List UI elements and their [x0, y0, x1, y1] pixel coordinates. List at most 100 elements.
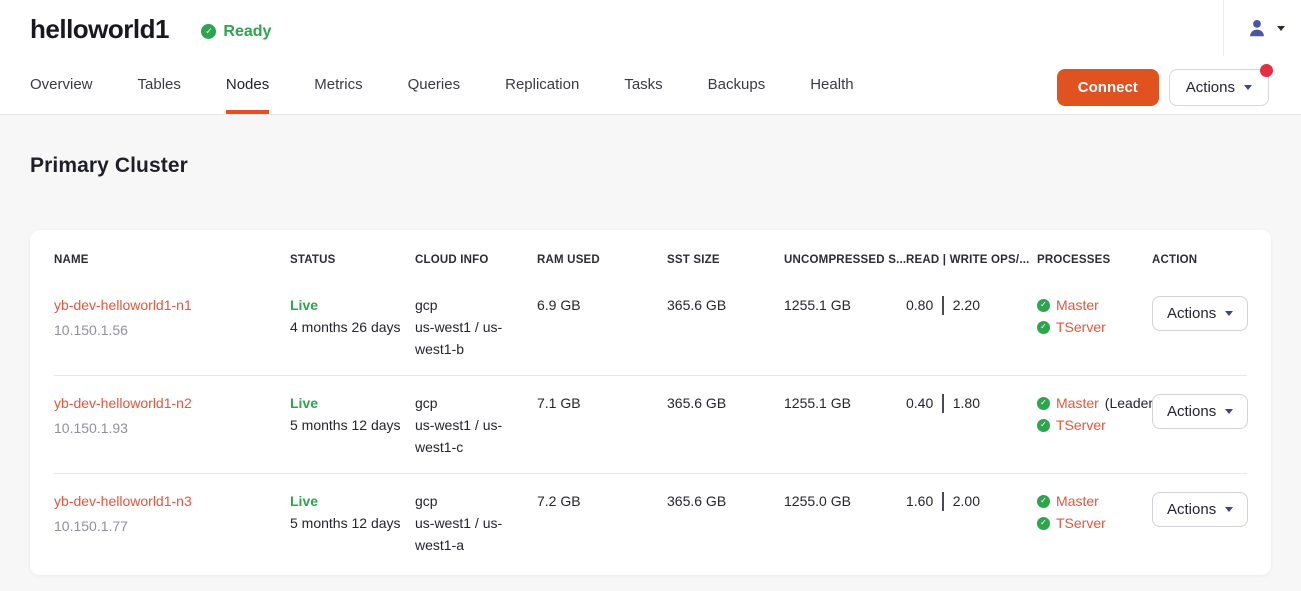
ram-used-value: 7.2 GB: [537, 490, 667, 512]
chevron-down-icon: [1277, 26, 1285, 31]
chevron-down-icon: [1225, 311, 1233, 316]
tserver-link[interactable]: TServer: [1056, 316, 1106, 338]
check-circle-icon: ✓: [1037, 321, 1050, 334]
node-uptime: 5 months 12 days: [290, 512, 405, 534]
process-tserver: ✓ TServer: [1037, 316, 1142, 338]
process-master: ✓ Master: [1037, 294, 1142, 316]
check-circle-icon: ✓: [1037, 299, 1050, 312]
cloud-provider: gcp: [415, 490, 527, 512]
write-ops: 2.20: [953, 294, 980, 316]
process-tserver: ✓ TServer: [1037, 512, 1142, 534]
col-uncompressed-size: UNCOMPRESSED S...: [784, 252, 906, 268]
tab-health[interactable]: Health: [810, 57, 853, 114]
read-ops: 0.40: [906, 392, 933, 414]
pipe-divider: [942, 296, 944, 315]
nodes-table-card: NAME STATUS CLOUD INFO RAM USED SST SIZE…: [30, 230, 1271, 575]
chevron-down-icon: [1225, 409, 1233, 414]
node-status: Live: [290, 490, 405, 512]
read-write-ops-value: 1.60 2.00: [906, 490, 1037, 512]
status-badge: ✓ Ready: [201, 23, 271, 41]
user-menu[interactable]: [1223, 0, 1285, 56]
node-uptime: 5 months 12 days: [290, 414, 405, 436]
read-ops: 1.60: [906, 490, 933, 512]
node-name-link[interactable]: yb-dev-helloworld1-n3: [54, 493, 192, 509]
process-master: ✓ Master (Leader): [1037, 392, 1142, 414]
col-name: NAME: [54, 252, 290, 268]
table-row: yb-dev-helloworld1-n3 10.150.1.77 Live 5…: [54, 473, 1247, 571]
connect-button[interactable]: Connect: [1057, 69, 1159, 106]
node-name-link[interactable]: yb-dev-helloworld1-n2: [54, 395, 192, 411]
node-name-link[interactable]: yb-dev-helloworld1-n1: [54, 297, 192, 313]
process-tserver: ✓ TServer: [1037, 414, 1142, 436]
tab-tables[interactable]: Tables: [138, 57, 181, 114]
cloud-region-zone: us-west1 / us-west1-a: [415, 512, 521, 556]
tab-queries[interactable]: Queries: [408, 57, 461, 114]
master-link[interactable]: Master: [1056, 294, 1099, 316]
row-actions-label: Actions: [1167, 501, 1216, 518]
check-circle-icon: ✓: [1037, 397, 1050, 410]
nav-tabs: Overview Tables Nodes Metrics Queries Re…: [30, 57, 854, 114]
pipe-divider: [942, 492, 944, 511]
check-circle-icon: ✓: [1037, 517, 1050, 530]
row-actions-button[interactable]: Actions: [1152, 394, 1248, 429]
chevron-down-icon: [1244, 85, 1252, 90]
node-ip: 10.150.1.93: [54, 417, 280, 439]
write-ops: 2.00: [953, 490, 980, 512]
tserver-link[interactable]: TServer: [1056, 414, 1106, 436]
main-content: Primary Cluster NAME STATUS CLOUD INFO R…: [0, 154, 1301, 575]
table-row: yb-dev-helloworld1-n1 10.150.1.56 Live 4…: [54, 278, 1247, 375]
master-link[interactable]: Master: [1056, 490, 1099, 512]
tab-metrics[interactable]: Metrics: [314, 57, 362, 114]
nav-bar: Overview Tables Nodes Metrics Queries Re…: [0, 57, 1301, 115]
chevron-down-icon: [1225, 507, 1233, 512]
cloud-region-zone: us-west1 / us-west1-b: [415, 316, 521, 360]
tab-backups[interactable]: Backups: [708, 57, 766, 114]
row-actions-button[interactable]: Actions: [1152, 296, 1248, 331]
write-ops: 1.80: [953, 392, 980, 414]
col-read-write-ops: READ | WRITE OPS/...: [906, 252, 1037, 268]
check-circle-icon: ✓: [201, 24, 216, 39]
node-ip: 10.150.1.56: [54, 319, 280, 341]
col-ram-used: RAM USED: [537, 252, 667, 268]
tab-overview[interactable]: Overview: [30, 57, 93, 114]
node-status: Live: [290, 392, 405, 414]
universe-actions-label: Actions: [1186, 79, 1235, 96]
read-ops: 0.80: [906, 294, 933, 316]
pipe-divider: [942, 394, 944, 413]
table-header-row: NAME STATUS CLOUD INFO RAM USED SST SIZE…: [54, 244, 1247, 278]
node-ip: 10.150.1.77: [54, 515, 280, 537]
check-circle-icon: ✓: [1037, 495, 1050, 508]
col-processes: PROCESSES: [1037, 252, 1152, 268]
uncompressed-size-value: 1255.1 GB: [784, 294, 906, 316]
col-sst-size: SST SIZE: [667, 252, 784, 268]
universe-title: helloworld1: [30, 14, 169, 45]
uncompressed-size-value: 1255.0 GB: [784, 490, 906, 512]
ram-used-value: 7.1 GB: [537, 392, 667, 414]
uncompressed-size-value: 1255.1 GB: [784, 392, 906, 414]
col-action: ACTION: [1152, 252, 1247, 268]
col-cloud-info: CLOUD INFO: [415, 252, 537, 268]
table-row: yb-dev-helloworld1-n2 10.150.1.93 Live 5…: [54, 375, 1247, 473]
universe-actions-button[interactable]: Actions: [1169, 69, 1269, 106]
tab-replication[interactable]: Replication: [505, 57, 579, 114]
tab-nodes[interactable]: Nodes: [226, 57, 269, 114]
row-actions-button[interactable]: Actions: [1152, 492, 1248, 527]
top-bar: helloworld1 ✓ Ready: [0, 0, 1301, 57]
tab-tasks[interactable]: Tasks: [624, 57, 662, 114]
sst-size-value: 365.6 GB: [667, 490, 784, 512]
sst-size-value: 365.6 GB: [667, 392, 784, 414]
cloud-provider: gcp: [415, 294, 527, 316]
process-master: ✓ Master: [1037, 490, 1142, 512]
read-write-ops-value: 0.40 1.80: [906, 392, 1037, 414]
cloud-provider: gcp: [415, 392, 527, 414]
node-status: Live: [290, 294, 405, 316]
sst-size-value: 365.6 GB: [667, 294, 784, 316]
master-link[interactable]: Master: [1056, 392, 1099, 414]
ram-used-value: 6.9 GB: [537, 294, 667, 316]
status-badge-label: Ready: [223, 23, 271, 41]
page-title: Primary Cluster: [30, 154, 1271, 178]
row-actions-label: Actions: [1167, 305, 1216, 322]
col-status: STATUS: [290, 252, 415, 268]
tserver-link[interactable]: TServer: [1056, 512, 1106, 534]
row-actions-label: Actions: [1167, 403, 1216, 420]
